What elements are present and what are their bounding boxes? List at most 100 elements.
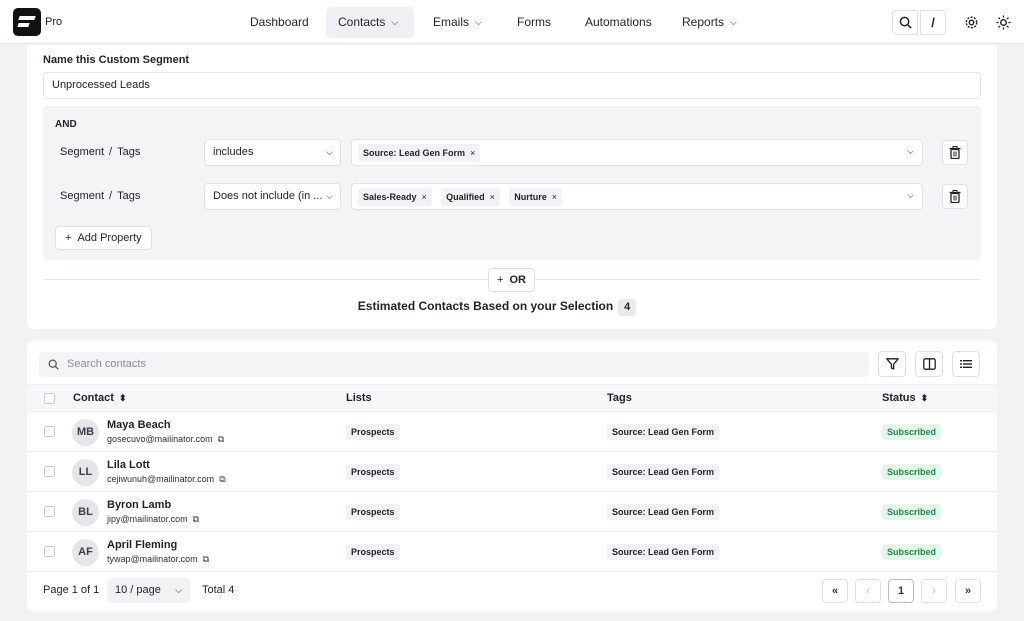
table-row[interactable]: BL Byron Lamb jipy@mailinator.com ⧉ Prosp… — [27, 492, 997, 532]
double-chevron-left-icon: « — [831, 585, 839, 597]
segment-name-label: Name this Custom Segment — [43, 54, 190, 66]
remove-chip-icon[interactable]: × — [490, 192, 495, 202]
estimate-count-badge: 4 — [618, 299, 637, 316]
app-logo[interactable] — [13, 8, 41, 36]
columns-button[interactable] — [915, 351, 943, 377]
table-row[interactable]: MB Maya Beach gosecuvo@mailinator.com ⧉ P… — [27, 412, 997, 452]
columns-icon — [922, 358, 936, 370]
rule-field-label: Segment / Tags — [60, 190, 141, 202]
list-badge: Prospects — [346, 424, 400, 440]
column-header-status[interactable]: Status ⬍ — [882, 385, 928, 411]
copy-icon[interactable]: ⧉ — [219, 474, 225, 485]
value-chip: Qualified × — [441, 188, 500, 206]
status-badge: Subscribed — [882, 424, 942, 440]
rule-operator-select[interactable]: Does not include (in ... ⌵ — [204, 183, 341, 210]
search-shortcut-key[interactable]: / — [920, 10, 946, 35]
row-checkbox[interactable] — [44, 506, 55, 517]
chevron-down-icon: ⌵ — [907, 146, 914, 156]
contact-email: tywap@mailinator.com ⧉ — [107, 554, 210, 565]
list-badge: Prospects — [346, 504, 400, 520]
add-or-group-button[interactable]: + OR — [488, 268, 535, 292]
contacts-table-card: Search contacts Contact ⬍ Lists Tags Stat… — [27, 341, 997, 611]
contact-name[interactable]: Byron Lamb — [107, 499, 171, 511]
delete-rule-button[interactable] — [942, 140, 968, 165]
rule-operator-select[interactable]: includes ⌵ — [204, 139, 341, 166]
tag-badge: Source: Lead Gen Form — [607, 544, 720, 560]
filter-button[interactable] — [878, 351, 906, 377]
search-icon — [48, 352, 59, 377]
chevron-down-icon: ⌵ — [323, 184, 333, 209]
nav-emails[interactable]: Emails ⌵ — [421, 7, 494, 38]
contact-name[interactable]: Lila Lott — [107, 459, 150, 471]
chevron-down-icon: ⌵ — [326, 147, 333, 157]
delete-rule-button[interactable] — [942, 184, 968, 209]
remove-chip-icon[interactable]: × — [552, 192, 557, 202]
list-icon — [960, 360, 972, 368]
row-checkbox[interactable] — [44, 546, 55, 557]
current-page-button[interactable]: 1 — [888, 579, 914, 603]
theme-sun-icon[interactable] — [993, 12, 1013, 32]
tag-badge: Source: Lead Gen Form — [607, 464, 720, 480]
copy-icon[interactable]: ⧉ — [203, 554, 209, 565]
column-header-lists: Lists — [346, 392, 372, 404]
nav-forms[interactable]: Forms — [505, 7, 563, 38]
top-navigation: Pro Dashboard Contacts ⌵ Emails ⌵ Forms Au… — [0, 0, 1024, 44]
and-operator-label: AND — [55, 119, 77, 130]
contact-name[interactable]: Maya Beach — [107, 419, 171, 431]
list-badge: Prospects — [346, 544, 400, 560]
copy-icon[interactable]: ⧉ — [218, 434, 224, 445]
page-indicator: Page 1 of 1 — [43, 584, 100, 596]
rule-values-multiselect[interactable]: Source: Lead Gen Form × ⌵ — [351, 139, 923, 166]
settings-gear-icon[interactable] — [961, 12, 981, 32]
add-property-button[interactable]: + Add Property — [55, 226, 152, 250]
search-contacts-input[interactable]: Search contacts — [39, 352, 869, 377]
nav-dashboard[interactable]: Dashboard — [238, 7, 321, 38]
chevron-left-icon: ‹ — [866, 585, 870, 597]
prev-page-button[interactable]: ‹ — [855, 579, 881, 603]
contact-email: gosecuvo@mailinator.com ⧉ — [107, 434, 225, 445]
and-condition-group: AND Segment / Tags includes ⌵ Source: Lead … — [43, 106, 981, 260]
contact-email: cejiwunuh@mailinator.com ⧉ — [107, 474, 226, 485]
copy-icon[interactable]: ⧉ — [193, 514, 199, 525]
select-all-checkbox[interactable] — [44, 393, 55, 404]
avatar: AF — [72, 539, 99, 566]
chevron-down-icon: ⌵ — [730, 17, 737, 27]
nav-automations[interactable]: Automations — [573, 7, 664, 38]
value-chip: Source: Lead Gen Form × — [358, 144, 481, 162]
trash-icon — [949, 190, 961, 203]
global-search-button[interactable] — [892, 10, 918, 35]
table-row[interactable]: AF April Fleming tywap@mailinator.com ⧉ P… — [27, 532, 997, 572]
status-badge: Subscribed — [882, 464, 942, 480]
column-header-tags: Tags — [607, 392, 632, 404]
total-count: Total 4 — [202, 584, 235, 596]
remove-chip-icon[interactable]: × — [422, 192, 427, 202]
nav-reports[interactable]: Reports ⌵ — [670, 7, 749, 38]
chevron-down-icon: ⌵ — [391, 17, 399, 27]
per-page-select[interactable]: 10 / page ⌵ — [107, 578, 190, 603]
last-page-button[interactable]: » — [955, 579, 981, 603]
nav-contacts[interactable]: Contacts ⌵ — [326, 7, 414, 38]
table-row[interactable]: LL Lila Lott cejiwunuh@mailinator.com ⧉ P… — [27, 452, 997, 492]
contact-name[interactable]: April Fleming — [107, 539, 177, 551]
column-header-contact[interactable]: Contact ⬍ — [73, 385, 127, 411]
remove-chip-icon[interactable]: × — [470, 148, 475, 158]
brand-pro-label: Pro — [45, 16, 63, 28]
next-page-button[interactable]: › — [921, 579, 947, 603]
rule-values-multiselect[interactable]: Sales-Ready × Qualified × Nurture × ⌵ — [351, 183, 923, 210]
row-checkbox[interactable] — [44, 466, 55, 477]
chevron-down-icon: ⌵ — [175, 585, 182, 595]
trash-icon — [949, 146, 961, 159]
search-icon — [899, 16, 912, 29]
list-badge: Prospects — [346, 464, 400, 480]
avatar: LL — [72, 459, 99, 486]
chevron-down-icon: ⌵ — [907, 190, 914, 200]
plus-icon: + — [497, 274, 504, 286]
value-chip: Sales-Ready × — [358, 188, 432, 206]
chevron-down-icon: ⌵ — [475, 17, 482, 27]
row-checkbox[interactable] — [44, 426, 55, 437]
sort-icon: ⬍ — [920, 393, 929, 403]
status-badge: Subscribed — [882, 544, 942, 560]
first-page-button[interactable]: « — [822, 579, 848, 603]
segment-name-input[interactable]: Unprocessed Leads — [43, 72, 981, 99]
list-view-button[interactable] — [952, 351, 980, 377]
